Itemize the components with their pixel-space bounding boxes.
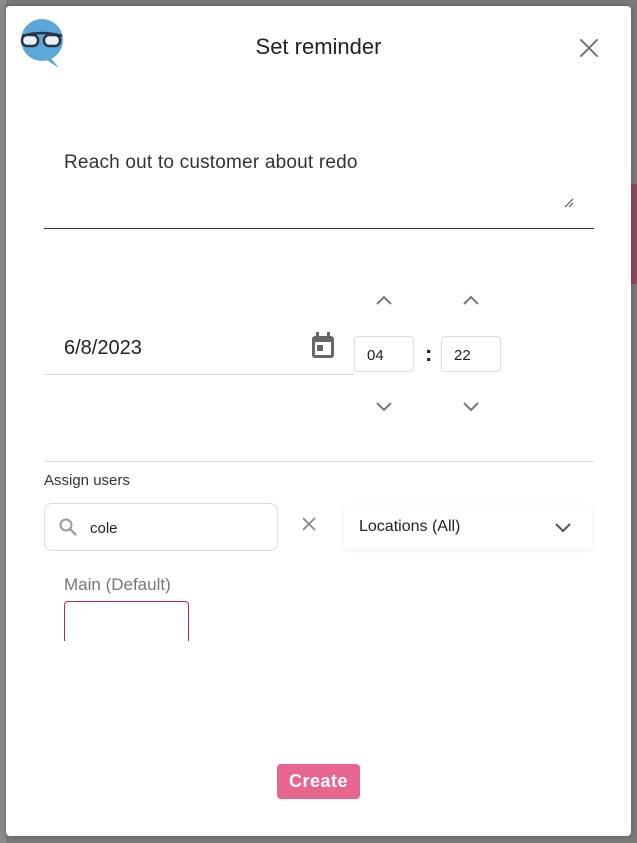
calendar-icon[interactable] [310,332,336,360]
chevron-down-icon [555,523,571,533]
resize-grip-icon[interactable] [564,198,574,208]
minute-increment-chevron-up-icon[interactable] [461,294,481,308]
hour-increment-chevron-up-icon[interactable] [374,294,394,308]
section-divider [44,461,594,462]
user-search-input[interactable]: cole [44,503,278,551]
hour-decrement-chevron-down-icon[interactable] [374,399,394,413]
modal-title: Set reminder [255,34,382,59]
set-reminder-modal: Set reminder Reach out to customer about… [6,6,631,836]
reminder-note-textarea[interactable]: Reach out to customer about redo [44,132,594,229]
location-group-label: Main (Default) [64,575,171,594]
location-group-user-list [64,601,189,641]
reminder-note-text: Reach out to customer about redo [64,152,358,173]
create-button[interactable]: Create [277,764,360,799]
minute-input[interactable]: 22 [441,336,501,372]
minute-decrement-chevron-down-icon[interactable] [461,399,481,413]
locations-dropdown[interactable]: Locations (All) [344,505,592,549]
search-icon [59,518,77,536]
user-search-value: cole [90,520,118,537]
close-icon[interactable] [578,37,600,59]
assign-users-label: Assign users [44,472,130,489]
clear-icon[interactable] [301,516,317,532]
date-field[interactable]: 6/8/2023 [44,316,354,375]
hour-input[interactable]: 04 [354,336,414,372]
background-app-badge [631,184,637,284]
locations-selected-value: Locations (All) [359,518,461,535]
date-value: 6/8/2023 [64,337,142,359]
time-separator: : [425,341,433,366]
